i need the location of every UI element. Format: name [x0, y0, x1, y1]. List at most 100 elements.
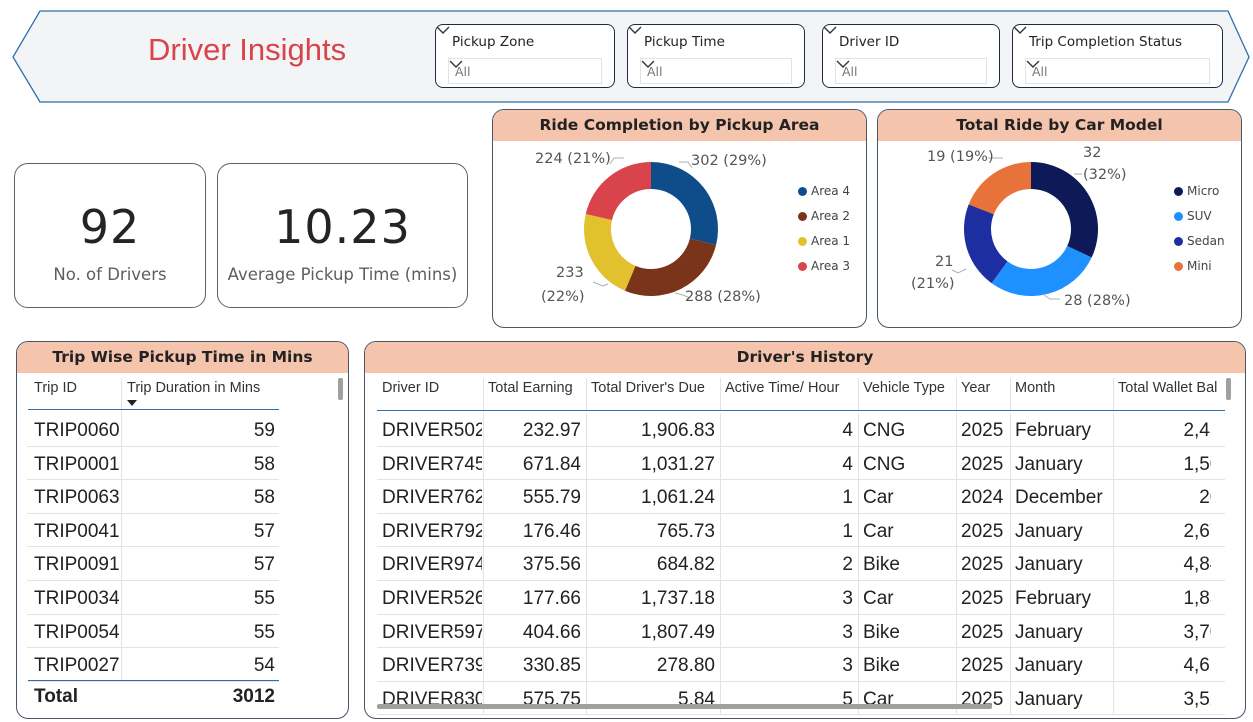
legend-item[interactable]: Area 3: [798, 259, 850, 273]
donut-slice-area-4[interactable]: [651, 162, 718, 246]
table-row[interactable]: TRIP0054 55: [27, 614, 279, 649]
table-cell: 1: [842, 487, 853, 509]
chevron-down-icon[interactable]: [436, 25, 450, 35]
table-row[interactable]: TRIP0001 58: [27, 446, 279, 481]
horizontal-scrollbar[interactable]: [377, 704, 992, 709]
table-cell: DRIVER745: [382, 453, 482, 475]
trip-table[interactable]: Trip ID Trip Duration in Mins TRIP0060 59…: [27, 378, 343, 718]
kpi-value: 10.23: [274, 200, 411, 254]
table-cell: 4: [842, 420, 853, 441]
chevron-down-icon[interactable]: [1013, 25, 1027, 35]
legend-item[interactable]: Area 1: [798, 234, 850, 248]
slicer-label: Trip Completion Status: [1029, 34, 1183, 50]
donut-slice-area-3[interactable]: [585, 162, 651, 221]
table-cell: CNG: [863, 453, 906, 475]
column-header[interactable]: Driver ID: [382, 380, 482, 396]
donut-slice-suv[interactable]: [991, 246, 1092, 296]
trip-table-panel: Trip Wise Pickup Time in Mins Trip ID Tr…: [16, 341, 349, 719]
total-label: Total: [34, 686, 78, 707]
trip-duration-cell: 57: [253, 554, 275, 576]
data-label: 32: [1083, 145, 1102, 161]
column-header[interactable]: Total Wallet Bal: [1118, 380, 1224, 396]
table-row[interactable]: DRIVER745 671.84 1,031.27 4 CNG 2025 January 1,…: [377, 446, 1225, 481]
chevron-down-icon[interactable]: [628, 25, 642, 35]
slicer-dropdown[interactable]: All: [448, 58, 602, 84]
slicer-pickup-zone[interactable]: Pickup Zone All: [435, 24, 615, 88]
table-cell: 2025: [961, 453, 1004, 475]
legend-item[interactable]: Area 4: [798, 184, 850, 198]
table-cell: DRIVER762: [382, 487, 482, 509]
leader-line: [951, 268, 967, 274]
table-row[interactable]: TRIP0063 58: [27, 480, 279, 514]
column-header[interactable]: Vehicle Type: [863, 380, 955, 396]
data-label: (22%): [541, 289, 585, 305]
column-header[interactable]: Year: [961, 380, 1009, 396]
table-cell: 4,843: [1183, 554, 1231, 576]
slicer-dropdown[interactable]: All: [1025, 58, 1210, 84]
donut-slice-area-1[interactable]: [584, 213, 636, 291]
slicer-label: Pickup Zone: [452, 34, 535, 50]
chevron-down-icon[interactable]: [823, 25, 837, 35]
table-cell: 671.84: [522, 453, 581, 475]
table-cell: DRIVER526: [382, 588, 482, 609]
slicer-dropdown[interactable]: All: [835, 58, 987, 84]
table-row[interactable]: TRIP0091 57: [27, 547, 279, 581]
donut-slice-mini[interactable]: [968, 162, 1031, 215]
table-cell: 2025: [961, 588, 1004, 609]
chevron-down-icon: [449, 60, 463, 68]
table-row[interactable]: DRIVER739 330.85 278.80 3 Bike 2025 January 4,6…: [377, 648, 1225, 682]
table-cell: February: [1015, 588, 1092, 609]
trip-duration-cell: 58: [253, 487, 275, 509]
table-cell: Bike: [863, 554, 900, 576]
table-row[interactable]: TRIP0034 55: [27, 581, 279, 615]
slicer-pickup-time[interactable]: Pickup Time All: [627, 24, 805, 88]
column-header[interactable]: Month: [1015, 380, 1112, 396]
column-header[interactable]: Active Time/ Hour: [725, 380, 857, 396]
table-cell: DRIVER974: [382, 554, 482, 576]
kpi-label: Average Pickup Time (mins): [227, 265, 458, 284]
table-cell: January: [1015, 520, 1083, 542]
legend-item[interactable]: Micro: [1174, 184, 1219, 198]
table-row[interactable]: DRIVER830 575.75 5.84 5 Car 2025 January 3,521: [377, 681, 1225, 716]
data-label: (32%): [1083, 167, 1127, 183]
column-header[interactable]: Total Earning: [488, 380, 585, 396]
column-header[interactable]: Trip ID: [34, 380, 77, 396]
legend-item[interactable]: Area 2: [798, 209, 850, 223]
slicer-trip-completion-status[interactable]: Trip Completion Status All: [1012, 24, 1223, 88]
vertical-scrollbar[interactable]: [1226, 378, 1231, 400]
table-row[interactable]: DRIVER762 555.79 1,061.24 1 Car 2024 December 2…: [377, 480, 1225, 514]
table-cell: Bike: [863, 655, 900, 677]
chevron-down-icon: [641, 60, 655, 68]
donut-slice-area-2[interactable]: [624, 238, 717, 296]
kpi-card-avg-pickup: 10.23 Average Pickup Time (mins): [217, 163, 468, 308]
table-cell: 1,737.18: [641, 588, 715, 609]
legend-item[interactable]: SUV: [1174, 209, 1212, 223]
column-header[interactable]: Trip Duration in Mins: [127, 380, 260, 396]
trip-id-cell: TRIP0041: [34, 520, 120, 542]
data-label: 21: [935, 254, 954, 270]
legend-item[interactable]: Mini: [1174, 259, 1212, 273]
table-row[interactable]: DRIVER597 404.66 1,807.49 3 Bike 2025 January 3…: [377, 614, 1225, 649]
header-divider: [377, 410, 1225, 411]
trip-duration-cell: 58: [253, 453, 275, 475]
table-row[interactable]: DRIVER792 176.46 765.73 1 Car 2025 January 2,67…: [377, 513, 1225, 548]
sort-desc-icon: [127, 400, 137, 406]
table-cell: 232.97: [522, 420, 581, 441]
slicer-driver-id[interactable]: Driver ID All: [822, 24, 1000, 88]
table-row[interactable]: TRIP0027 54: [27, 648, 279, 682]
slicer-dropdown[interactable]: All: [640, 58, 792, 84]
table-row[interactable]: DRIVER974 375.56 684.82 2 Bike 2025 January 4,8…: [377, 547, 1225, 581]
trip-duration-cell: 59: [253, 420, 275, 441]
history-table[interactable]: Driver ID Total Earning Total Driver's Due…: [377, 378, 1239, 718]
legend-item[interactable]: Sedan: [1174, 234, 1225, 248]
table-cell: 1,807.49: [641, 621, 715, 643]
trip-id-cell: TRIP0001: [34, 453, 120, 475]
table-row[interactable]: DRIVER526 177.66 1,737.18 3 Car 2025 February 1…: [377, 581, 1225, 615]
table-cell: 177.66: [522, 588, 581, 609]
table-row[interactable]: TRIP0060 59: [27, 413, 279, 447]
table-row[interactable]: DRIVER502 232.97 1,906.83 4 CNG 2025 February 2…: [377, 413, 1225, 447]
vertical-scrollbar[interactable]: [338, 378, 343, 400]
column-header[interactable]: Total Driver's Due: [591, 380, 719, 396]
table-cell: 3,703: [1183, 621, 1231, 643]
table-row[interactable]: TRIP0041 57: [27, 513, 279, 548]
